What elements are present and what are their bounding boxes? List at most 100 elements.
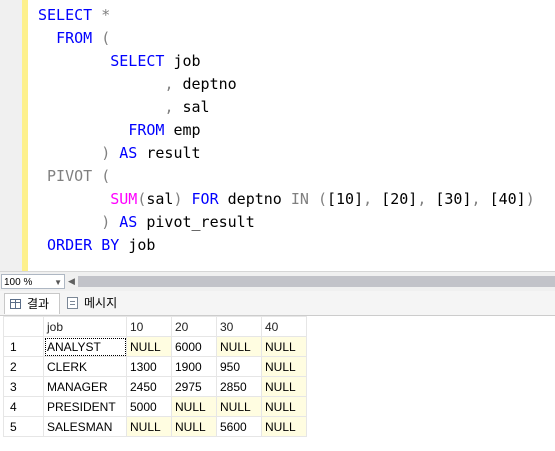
code-token: * — [101, 6, 111, 24]
table-row[interactable]: 3 MANAGER 2450 2975 2850 NULL — [3, 376, 307, 397]
code-line[interactable]: FROM emp — [38, 119, 535, 142]
code-token: ( — [317, 190, 327, 208]
code-line[interactable]: , sal — [38, 96, 535, 119]
sql-code[interactable]: SELECT * FROM ( SELECT job , deptno , sa… — [38, 4, 535, 257]
code-token: job — [173, 52, 201, 70]
code-token: SELECT — [38, 6, 102, 24]
table-cell[interactable]: SALESMAN — [43, 416, 127, 437]
row-number[interactable]: 5 — [3, 416, 44, 437]
code-token: FROM — [56, 29, 102, 47]
grid-icon — [10, 299, 21, 309]
table-cell[interactable]: NULL — [261, 376, 307, 397]
row-header-corner — [3, 316, 44, 337]
code-token: deptno — [182, 75, 237, 93]
column-header[interactable]: 20 — [171, 316, 217, 337]
table-cell[interactable]: NULL — [216, 336, 262, 357]
table-cell[interactable]: NULL — [261, 416, 307, 437]
row-number[interactable]: 4 — [3, 396, 44, 417]
code-token: sal — [146, 190, 174, 208]
code-line[interactable]: PIVOT ( — [38, 165, 535, 188]
table-cell[interactable]: NULL — [261, 336, 307, 357]
code-token: ) — [101, 144, 120, 162]
table-cell[interactable]: NULL — [126, 416, 172, 437]
table-cell[interactable]: 2850 — [216, 376, 262, 397]
table-cell[interactable]: 6000 — [171, 336, 217, 357]
code-token: , — [164, 98, 183, 116]
table-cell[interactable]: 5000 — [126, 396, 172, 417]
change-margin-bar — [22, 0, 28, 271]
table-cell[interactable]: NULL — [261, 356, 307, 377]
scroll-left-icon[interactable]: ◀ — [68, 276, 76, 287]
code-token: ) — [173, 190, 192, 208]
results-tabbar: 결과 메시지 — [0, 291, 555, 316]
horizontal-scrollbar[interactable] — [78, 276, 555, 287]
table-cell[interactable]: MANAGER — [43, 376, 127, 397]
table-cell[interactable]: 1300 — [126, 356, 172, 377]
row-number[interactable]: 2 — [3, 356, 44, 377]
column-header[interactable]: 30 — [216, 316, 262, 337]
grid-header-row: job 10 20 30 40 — [3, 316, 307, 337]
code-line[interactable]: FROM ( — [38, 27, 535, 50]
code-token: , — [363, 190, 382, 208]
table-row[interactable]: 2 CLERK 1300 1900 950 NULL — [3, 356, 307, 377]
results-grid[interactable]: job 10 20 30 40 1 ANALYST NULL 6000 NULL NULL… — [3, 316, 307, 437]
editor-gutter — [0, 0, 22, 271]
code-token: AS — [119, 213, 147, 231]
table-cell[interactable]: 950 — [216, 356, 262, 377]
code-token: deptno — [227, 190, 291, 208]
code-line[interactable]: ) AS result — [38, 142, 535, 165]
code-token: ) — [101, 213, 120, 231]
code-token: result — [146, 144, 201, 162]
message-icon — [67, 297, 78, 309]
tab-results[interactable]: 결과 — [4, 293, 60, 314]
tab-messages[interactable]: 메시지 — [62, 293, 132, 314]
table-cell[interactable]: NULL — [171, 416, 217, 437]
table-cell[interactable]: NULL — [216, 396, 262, 417]
code-token: [30] — [435, 190, 472, 208]
table-cell[interactable]: 2450 — [126, 376, 172, 397]
code-line[interactable]: ) AS pivot_result — [38, 211, 535, 234]
table-cell[interactable]: NULL — [261, 396, 307, 417]
table-cell[interactable]: PRESIDENT — [43, 396, 127, 417]
table-cell[interactable]: NULL — [126, 336, 172, 357]
row-number[interactable]: 1 — [3, 336, 44, 357]
column-header[interactable]: 10 — [126, 316, 172, 337]
code-line[interactable]: SELECT * — [38, 4, 535, 27]
code-line[interactable]: SELECT job — [38, 50, 535, 73]
zoom-select[interactable]: 100 % ▼ — [1, 274, 65, 289]
code-line[interactable]: ORDER BY job — [38, 234, 535, 257]
code-token: , — [471, 190, 490, 208]
sql-editor[interactable]: SELECT * FROM ( SELECT job , deptno , sa… — [0, 0, 555, 271]
table-cell[interactable]: 5600 — [216, 416, 262, 437]
row-number[interactable]: 3 — [3, 376, 44, 397]
table-cell[interactable]: 2975 — [171, 376, 217, 397]
code-token: sal — [182, 98, 210, 116]
code-token: , — [164, 75, 183, 93]
table-cell[interactable]: NULL — [171, 396, 217, 417]
column-header[interactable]: job — [43, 316, 127, 337]
column-header[interactable]: 40 — [261, 316, 307, 337]
code-token: ORDER BY — [47, 236, 129, 254]
code-line[interactable]: SUM(sal) FOR deptno IN ([10], [20], [30]… — [38, 188, 534, 211]
code-token: [20] — [381, 190, 418, 208]
code-token: , — [417, 190, 436, 208]
zoom-value: 100 % — [4, 277, 33, 288]
table-cell[interactable]: CLERK — [43, 356, 127, 377]
table-cell[interactable]: ANALYST — [43, 336, 127, 357]
table-row[interactable]: 4 PRESIDENT 5000 NULL NULL NULL — [3, 396, 307, 417]
code-line[interactable]: , deptno — [38, 73, 535, 96]
table-cell[interactable]: 1900 — [171, 356, 217, 377]
code-token: [40] — [489, 190, 526, 208]
code-token: pivot_result — [146, 213, 255, 231]
table-row[interactable]: 5 SALESMAN NULL NULL 5600 NULL — [3, 416, 307, 437]
results-grid-area: job 10 20 30 40 1 ANALYST NULL 6000 NULL NULL… — [0, 316, 555, 451]
table-row[interactable]: 1 ANALYST NULL 6000 NULL NULL — [3, 336, 307, 357]
